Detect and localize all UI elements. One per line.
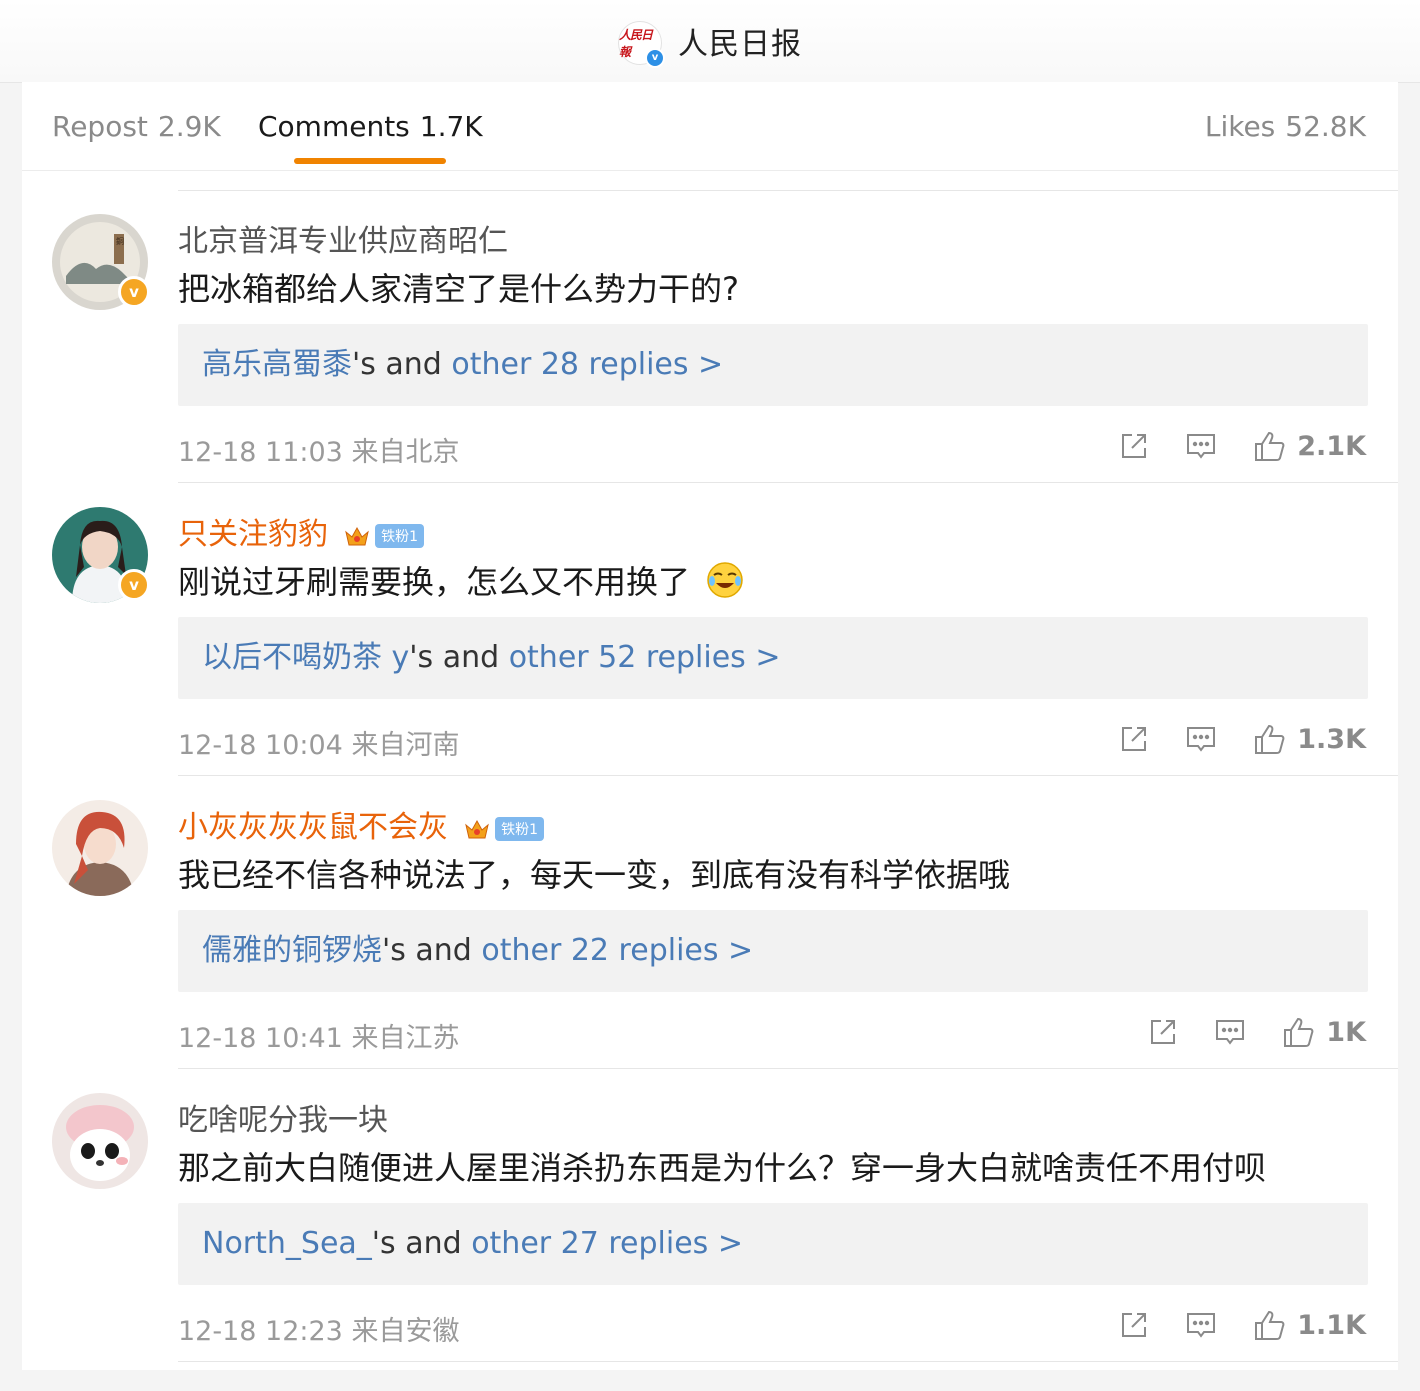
comment-item: 吃啥呢分我一块 那之前大白随便进人屋里消杀扔东西是为什么？穿一身大白就啥责任不用… xyxy=(22,1069,1398,1362)
like-button[interactable]: 1K xyxy=(1282,1016,1366,1048)
svg-text:銅: 銅 xyxy=(116,236,124,246)
like-count: 1K xyxy=(1326,1016,1366,1048)
avatar[interactable]: v xyxy=(52,507,150,603)
tab-likes[interactable]: Likes 52.8K xyxy=(1205,110,1366,143)
more-replies-link[interactable]: other 27 replies > xyxy=(471,1226,743,1261)
thumbs-up-icon xyxy=(1284,1017,1314,1047)
share-icon[interactable] xyxy=(1119,431,1149,461)
laugh-cry-emoji-icon xyxy=(707,562,743,598)
comment-actions: 1.3K xyxy=(1083,719,1366,759)
verified-icon: v xyxy=(645,48,665,68)
tab-comments-label: Comments xyxy=(258,110,410,143)
comment-meta: 12-18 10:04 来自河南 xyxy=(178,723,459,762)
like-button[interactable]: 1.1K xyxy=(1253,1309,1366,1341)
tab-repost[interactable]: Repost 2.9K xyxy=(52,110,221,143)
reply-connector: 's and xyxy=(371,1226,472,1261)
reply-connector: 's and xyxy=(409,640,509,675)
avatar[interactable] xyxy=(52,1093,148,1189)
reply-username[interactable]: North_Sea_ xyxy=(202,1226,372,1261)
replies-preview[interactable]: 以后不喝奶茶 y's and other 52 replies > xyxy=(178,617,1368,699)
tab-repost-count: 2.9K xyxy=(157,110,221,143)
comments-panel: Repost 2.9K Comments 1.7K Likes 52.8K 銅 v xyxy=(22,82,1398,1370)
username-text: 小灰灰灰灰鼠不会灰 xyxy=(178,810,448,845)
share-icon[interactable] xyxy=(1119,1310,1149,1340)
verified-icon: v xyxy=(118,569,150,601)
more-replies-link[interactable]: other 52 replies > xyxy=(509,640,781,675)
comment-meta: 12-18 11:03 来自北京 xyxy=(178,430,459,469)
comment-item: v 只关注豹豹 铁粉1 刚说过牙刷需要换，怎么又不用换了 以后不喝奶茶 y's … xyxy=(22,483,1398,776)
avatar[interactable]: 銅 v xyxy=(52,214,150,310)
comment-text: 那之前大白随便进人屋里消杀扔东西是为什么？穿一身大白就啥责任不用付呗 xyxy=(178,1149,1267,1187)
account-logo[interactable]: 人民日報 v xyxy=(618,21,665,68)
reply-connector: 's and xyxy=(382,933,482,968)
divider xyxy=(178,1361,1398,1362)
fan-badge: 铁粉1 xyxy=(495,816,545,841)
tab-comments-count: 1.7K xyxy=(419,110,483,143)
comment-icon[interactable] xyxy=(1185,431,1217,461)
username[interactable]: 小灰灰灰灰鼠不会灰 铁粉1 xyxy=(178,802,545,846)
comment-text-body: 刚说过牙刷需要换，怎么又不用换了 xyxy=(178,563,691,601)
comment-item: 銅 v 北京普洱专业供应商昭仁 把冰箱都给人家清空了是什么势力干的? 高乐高蜀黍… xyxy=(22,190,1398,483)
tab-likes-count: 52.8K xyxy=(1285,110,1366,143)
username[interactable]: 吃啥呢分我一块 xyxy=(178,1095,388,1139)
comment-icon[interactable] xyxy=(1214,1017,1246,1047)
tab-comments[interactable]: Comments 1.7K xyxy=(258,110,483,143)
avatar[interactable] xyxy=(52,800,148,896)
like-button[interactable]: 1.3K xyxy=(1253,723,1366,755)
username[interactable]: 只关注豹豹 铁粉1 xyxy=(178,509,425,553)
reply-username[interactable]: 以后不喝奶茶 y xyxy=(202,640,409,675)
thumbs-up-icon xyxy=(1255,724,1285,754)
username-text: 只关注豹豹 xyxy=(178,517,328,552)
timestamp: 12-18 11:03 xyxy=(178,437,343,468)
tab-likes-label: Likes xyxy=(1204,110,1276,143)
more-replies-link[interactable]: other 28 replies > xyxy=(451,347,723,382)
share-icon[interactable] xyxy=(1148,1017,1178,1047)
verified-icon: v xyxy=(118,276,150,308)
tab-repost-label: Repost xyxy=(52,110,148,143)
reply-connector: 's and xyxy=(352,347,452,382)
timestamp: 12-18 12:23 xyxy=(178,1316,343,1347)
location: 来自江苏 xyxy=(351,1023,460,1054)
thumbs-up-icon xyxy=(1255,431,1285,461)
comment-icon[interactable] xyxy=(1185,1310,1217,1340)
like-count: 2.1K xyxy=(1297,430,1366,462)
location: 来自河南 xyxy=(351,730,460,761)
like-count: 1.1K xyxy=(1297,1309,1366,1341)
top-bar: 人民日報 v 人民日报 xyxy=(0,0,1420,83)
more-replies-link[interactable]: other 22 replies > xyxy=(481,933,753,968)
active-tab-indicator xyxy=(294,158,446,164)
location: 来自安徽 xyxy=(351,1316,460,1347)
reply-username[interactable]: 儒雅的铜锣烧 xyxy=(202,933,382,968)
location: 来自北京 xyxy=(351,437,460,468)
timestamp: 12-18 10:04 xyxy=(178,730,343,761)
reply-username[interactable]: 高乐高蜀黍 xyxy=(202,347,352,382)
crown-icon xyxy=(344,526,369,545)
comment-text: 我已经不信各种说法了，每天一变，到底有没有科学依据哦 xyxy=(178,856,1011,894)
comment-meta: 12-18 12:23 来自安徽 xyxy=(178,1309,459,1348)
replies-preview[interactable]: North_Sea_'s and other 27 replies > xyxy=(178,1203,1368,1285)
avatar-image xyxy=(52,1093,148,1189)
timestamp: 12-18 10:41 xyxy=(178,1023,343,1054)
thumbs-up-icon xyxy=(1255,1310,1285,1340)
account-name[interactable]: 人民日报 xyxy=(678,19,802,63)
replies-preview[interactable]: 高乐高蜀黍's and other 28 replies > xyxy=(178,324,1368,406)
like-button[interactable]: 2.1K xyxy=(1253,430,1366,462)
comment-item: 小灰灰灰灰鼠不会灰 铁粉1 我已经不信各种说法了，每天一变，到底有没有科学依据哦… xyxy=(22,776,1398,1069)
replies-preview[interactable]: 儒雅的铜锣烧's and other 22 replies > xyxy=(178,910,1368,992)
comment-text: 把冰箱都给人家清空了是什么势力干的? xyxy=(178,270,739,308)
comment-actions: 2.1K xyxy=(1083,426,1366,466)
share-icon[interactable] xyxy=(1119,724,1149,754)
crown-icon xyxy=(464,819,489,838)
like-count: 1.3K xyxy=(1297,723,1366,755)
username[interactable]: 北京普洱专业供应商昭仁 xyxy=(178,216,508,260)
comment-actions: 1K xyxy=(1112,1012,1366,1052)
avatar-image xyxy=(52,800,148,896)
comment-icon[interactable] xyxy=(1185,724,1217,754)
comment-text: 刚说过牙刷需要换，怎么又不用换了 xyxy=(178,557,744,603)
comment-actions: 1.1K xyxy=(1083,1305,1366,1345)
fan-badge: 铁粉1 xyxy=(375,523,425,548)
tab-bar: Repost 2.9K Comments 1.7K Likes 52.8K xyxy=(22,82,1398,171)
comment-meta: 12-18 10:41 来自江苏 xyxy=(178,1016,459,1055)
